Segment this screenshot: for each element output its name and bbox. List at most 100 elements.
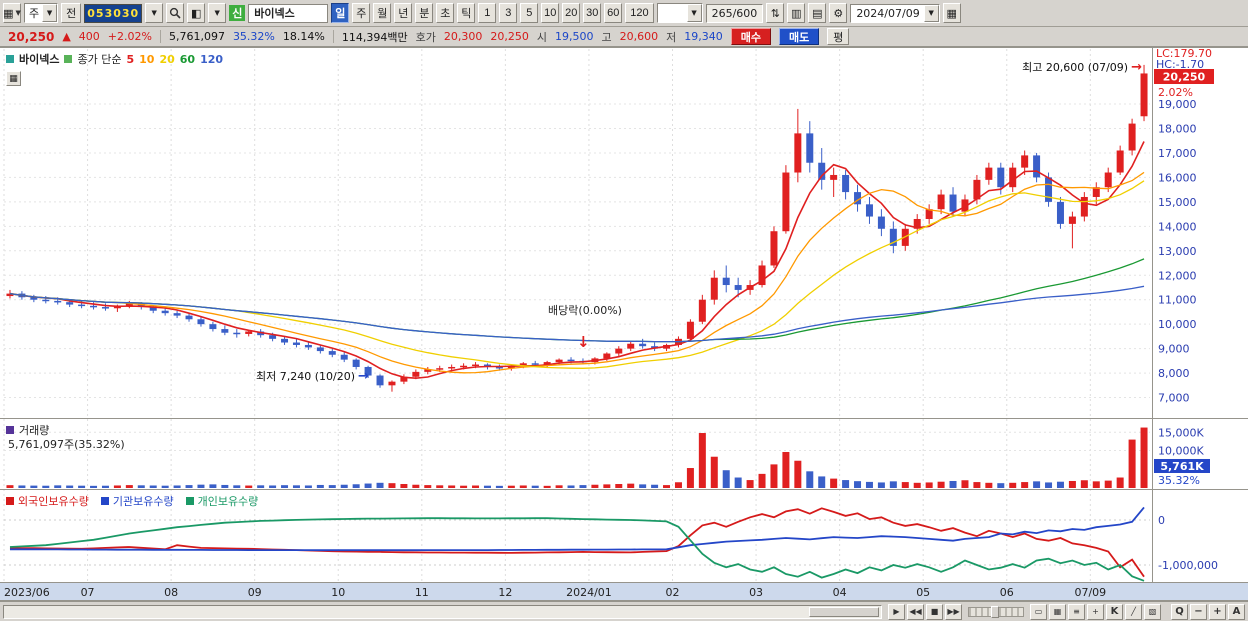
sell-button[interactable]: 매도 (778, 28, 820, 45)
interval-button-10[interactable]: 10 (541, 3, 560, 23)
interval-button-3[interactable]: 3 (499, 3, 518, 23)
interval-button-60[interactable]: 60 (604, 3, 623, 23)
top-toolbar: ▦ ▼ 주 ▼ 전 053030 ▼ ◧ ▼ 신 바이넥스 일 주 월 년 분 초… (0, 0, 1248, 27)
candle (412, 371, 420, 377)
candle (101, 307, 109, 309)
candle (985, 167, 993, 180)
rows-button[interactable]: ▤ (808, 3, 827, 23)
svg-text:18,000: 18,000 (1158, 122, 1197, 135)
chart-menu-button[interactable]: ▦ ▼ (3, 3, 21, 23)
candle (1021, 155, 1029, 168)
horizontal-scrollbar[interactable] (3, 604, 882, 619)
volume-bar (54, 485, 62, 488)
volume-bar (1068, 480, 1076, 488)
auto-scale-button[interactable]: A (1228, 603, 1245, 620)
volume-bar (591, 484, 599, 488)
cycle-select[interactable]: 주 ▼ (24, 3, 59, 23)
period-button-tick[interactable]: 틱 (457, 3, 476, 23)
scrollbar-thumb[interactable] (809, 606, 879, 617)
interval-button-30[interactable]: 30 (583, 3, 602, 23)
candle (627, 343, 635, 349)
code-dropdown-button[interactable]: ▼ (145, 3, 164, 23)
period-button-month[interactable]: 월 (373, 3, 392, 23)
scroll-fast-left-button[interactable]: ◀◀ (907, 603, 924, 620)
mini-chart-button[interactable]: ◧ (187, 3, 206, 23)
tool-crosshair-button[interactable]: + (1087, 603, 1104, 620)
volume-bar (1021, 482, 1029, 488)
volume-bar (149, 485, 157, 488)
period-button-day[interactable]: 일 (331, 3, 350, 23)
prev-button[interactable]: 전 (61, 3, 82, 23)
volume-bar (292, 485, 300, 488)
calendar-button[interactable]: ▦ (942, 3, 961, 23)
volume-bar (1080, 480, 1088, 488)
tool-list-button[interactable]: ≡ (1068, 603, 1085, 620)
period-button-week[interactable]: 주 (352, 3, 371, 23)
stock-select-dropdown[interactable]: ▼ (208, 3, 227, 23)
volume-bar (579, 485, 587, 488)
candle (937, 194, 945, 210)
period-button-second[interactable]: 초 (436, 3, 455, 23)
candle (304, 344, 312, 348)
columns-button[interactable]: ▥ (787, 3, 806, 23)
interval-button-5[interactable]: 5 (520, 3, 539, 23)
zoom-search-button[interactable]: Q (1171, 603, 1188, 620)
volume-value: 5,761,097 (168, 30, 225, 43)
date-field[interactable]: 2024/07/09 ▼ (850, 3, 940, 23)
bottom-toolbar: ▶ ◀◀ ■ ▶▶ ▭ ▦ ≡ + K ╱ ▧ Q − + A (0, 601, 1248, 621)
bar-width-slider[interactable] (968, 605, 1024, 618)
volume-bar (269, 485, 277, 488)
chart-grid-tool-icon[interactable]: ▦ (6, 71, 21, 86)
search-button[interactable] (166, 3, 185, 23)
period-button-year[interactable]: 년 (394, 3, 413, 23)
scroll-fast-right-button[interactable]: ▶▶ (945, 603, 962, 620)
buy-button[interactable]: 매수 (730, 28, 771, 45)
tool-area-button[interactable]: ▭ (1030, 603, 1047, 620)
interval-button-20[interactable]: 20 (562, 3, 581, 23)
scroll-step-button[interactable]: ▶ (888, 603, 905, 620)
volume-bar (686, 468, 694, 488)
candle (364, 366, 372, 376)
zoom-out-button[interactable]: − (1190, 603, 1207, 620)
svg-text:05: 05 (916, 586, 930, 599)
tool-grid-button[interactable]: ▦ (1049, 603, 1066, 620)
period-button-minute[interactable]: 분 (415, 3, 434, 23)
compare-button[interactable]: ⇅ (766, 3, 785, 23)
tool-trendline-button[interactable]: ╱ (1125, 603, 1142, 620)
svg-text:02: 02 (666, 586, 680, 599)
candle (316, 347, 324, 352)
interval-button-120[interactable]: 120 (625, 3, 654, 23)
interval-button-1[interactable]: 1 (478, 3, 497, 23)
svg-text:2.02%: 2.02% (1158, 86, 1193, 99)
volume-bar (698, 433, 706, 488)
slider-thumb[interactable] (991, 605, 999, 618)
candle (842, 174, 850, 193)
svg-text:10,000K: 10,000K (1158, 445, 1204, 458)
zoom-in-button[interactable]: + (1209, 603, 1226, 620)
volume-bar (925, 482, 933, 488)
avg-button[interactable]: 평 (827, 28, 850, 45)
stock-code-input[interactable]: 053030 (84, 3, 143, 23)
candle (1116, 150, 1124, 173)
volume-bar (758, 473, 766, 488)
bar-count: 265/600 (705, 3, 764, 23)
svg-text:16,000: 16,000 (1158, 171, 1197, 184)
volume-bar (209, 484, 217, 488)
tool-k-button[interactable]: K (1106, 603, 1123, 620)
chart-canvas[interactable]: 2023/06 07 08 09 10 11 12 2024/01 02 03 04 05 06 07/0… (0, 47, 1248, 601)
cycle-select-value: 주 (29, 7, 40, 20)
settings-gear-button[interactable]: ⚙ (829, 3, 848, 23)
volume-bar (746, 480, 754, 488)
stop-button[interactable]: ■ (926, 603, 943, 620)
svg-text:20,250: 20,250 (1163, 71, 1206, 84)
tool-pattern-button[interactable]: ▧ (1144, 603, 1161, 620)
svg-text:10,000: 10,000 (1158, 318, 1197, 331)
candle (782, 172, 790, 232)
stock-name[interactable]: 바이넥스 (248, 3, 329, 23)
volume-bar (973, 482, 981, 488)
candle (245, 331, 253, 334)
candle (997, 167, 1005, 188)
custom-interval-select[interactable]: ▼ (656, 3, 703, 23)
volume-bar (101, 485, 109, 488)
candle (531, 363, 539, 365)
